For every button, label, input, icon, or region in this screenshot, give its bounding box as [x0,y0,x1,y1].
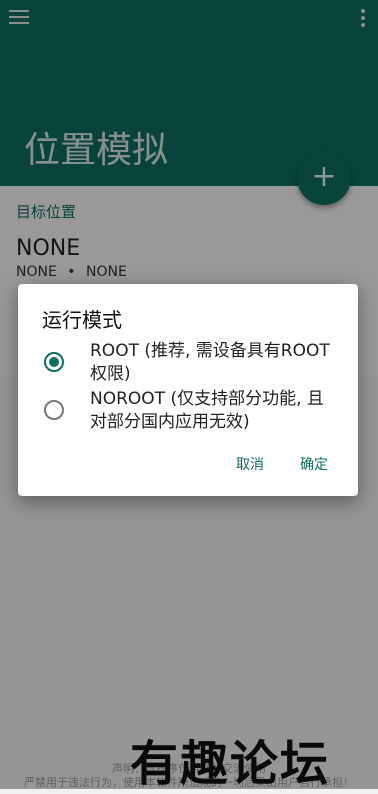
cancel-button[interactable]: 取消 [236,454,264,474]
run-mode-dialog: 运行模式 ROOT (推荐, 需设备具有ROOT权限) NOROOT (仅支持部… [18,284,358,496]
radio-root[interactable] [44,352,64,372]
dialog-title: 运行模式 [42,308,122,332]
option-noroot-label: NOROOT (仅支持部分功能, 且对部分国内应用无效) [90,389,324,432]
confirm-button[interactable]: 确定 [300,454,328,474]
option-noroot[interactable]: NOROOT (仅支持部分功能, 且对部分国内应用无效) [18,386,358,434]
option-root-label: ROOT (推荐, 需设备具有ROOT权限) [90,341,330,384]
radio-noroot[interactable] [44,400,64,420]
option-root[interactable]: ROOT (推荐, 需设备具有ROOT权限) [18,338,358,386]
